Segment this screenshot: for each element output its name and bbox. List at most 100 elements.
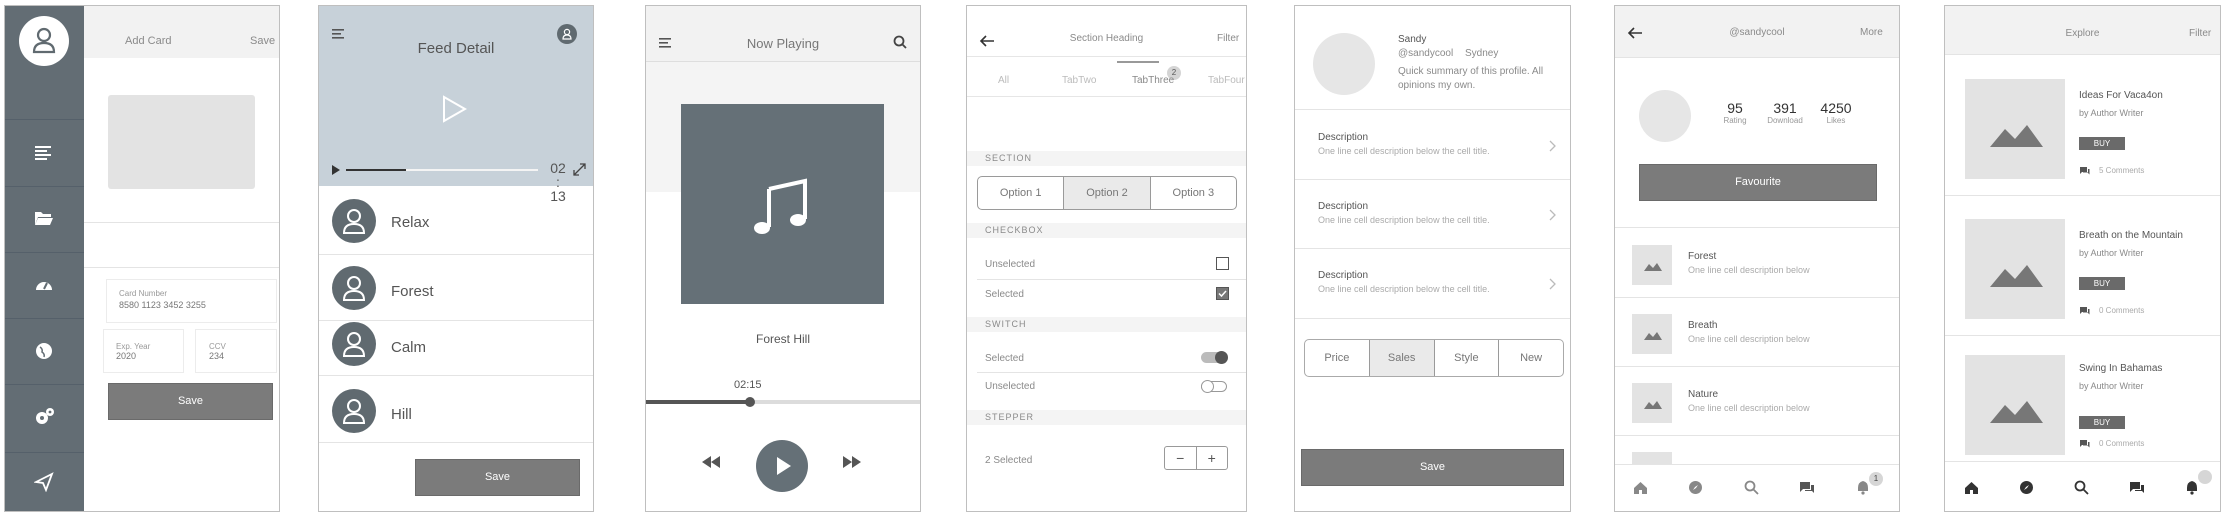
search-icon[interactable]: [1744, 480, 1759, 495]
play-icon[interactable]: [441, 94, 469, 124]
checkbox-unselected[interactable]: [1216, 257, 1229, 270]
avatar[interactable]: [557, 24, 577, 44]
small-play-icon[interactable]: [331, 164, 341, 176]
list-item[interactable]: Forest: [319, 260, 593, 320]
play-button[interactable]: [756, 440, 808, 492]
progress-knob[interactable]: [745, 397, 756, 407]
item-title: Forest: [1688, 251, 1717, 262]
list-item[interactable]: Breath on the Mountain by Author Writer …: [1945, 196, 2220, 336]
chevron-right-icon: [1549, 140, 1556, 152]
rewind-icon[interactable]: [701, 455, 721, 469]
compass-icon[interactable]: [2019, 480, 2034, 495]
switch-on[interactable]: [1201, 351, 1228, 364]
progress-track[interactable]: [346, 169, 538, 171]
search-icon[interactable]: [2074, 480, 2089, 495]
exp-year-field[interactable]: Exp. Year 2020: [103, 329, 184, 373]
list-item[interactable]: Hill: [319, 383, 593, 443]
profile-summary: Quick summary of this profile. All opini…: [1398, 66, 1544, 91]
buy-button[interactable]: BUY: [2079, 416, 2125, 429]
image-icon: [1644, 332, 1662, 340]
ccv-field[interactable]: CCV 234: [195, 329, 277, 373]
list-item[interactable]: Calm: [319, 316, 593, 376]
list-item[interactable]: Description One line cell description be…: [1295, 110, 1570, 179]
chat-icon[interactable]: [1799, 481, 1815, 495]
sidebar: [5, 6, 84, 511]
track-title: Forest Hill: [755, 332, 810, 346]
favourite-button[interactable]: Favourite: [1639, 164, 1877, 201]
screen-user-profile: @sandycool More 95 Rating 391 Download 4…: [1614, 5, 1900, 512]
list-item[interactable]: Nature One line cell description below: [1615, 367, 1899, 436]
bell-icon[interactable]: [2185, 480, 2199, 495]
screen-add-card: Add Card Save Card Number 8580 1123 3452…: [4, 5, 280, 512]
globe-icon[interactable]: [35, 342, 53, 360]
avatar[interactable]: [1313, 33, 1375, 95]
compass-icon[interactable]: [1688, 480, 1703, 495]
segment-new[interactable]: New: [1499, 340, 1563, 376]
screen-explore: Explore Filter Ideas For Vaca4on by Auth…: [1944, 5, 2221, 512]
list-item[interactable]: Description One line cell description be…: [1295, 180, 1570, 249]
save-button[interactable]: Save: [108, 383, 273, 420]
segment-sales[interactable]: Sales: [1369, 340, 1435, 376]
filter-link[interactable]: Filter: [1217, 33, 1239, 44]
user-icon: [562, 28, 572, 40]
avatar: [332, 266, 376, 310]
bell-icon[interactable]: [1856, 480, 1870, 495]
switch-off[interactable]: [1201, 380, 1227, 393]
option-1[interactable]: Option 1: [978, 177, 1065, 209]
tab-three[interactable]: TabThree: [1132, 75, 1174, 86]
filter-link[interactable]: Filter: [2189, 28, 2211, 39]
avatar: [332, 389, 376, 433]
home-icon[interactable]: [1633, 481, 1648, 495]
row-title: Description: [1318, 132, 1369, 143]
tab-all[interactable]: All: [998, 75, 1009, 86]
avatar[interactable]: [19, 16, 69, 66]
buy-button[interactable]: BUY: [2079, 137, 2125, 150]
list-item[interactable]: Swing In Bahamas by Author Writer BUY 0 …: [1945, 336, 2220, 461]
stat-value: 95: [1727, 100, 1743, 116]
settings-icon[interactable]: [33, 406, 55, 428]
option-2[interactable]: Option 2: [1064, 177, 1151, 209]
avatar[interactable]: [1639, 90, 1691, 142]
home-icon[interactable]: [1964, 481, 1979, 495]
expand-icon[interactable]: [573, 163, 586, 176]
list-item[interactable]: Breath One line cell description below: [1615, 298, 1899, 367]
checkbox-selected[interactable]: [1216, 287, 1229, 300]
exp-year-value: 2020: [116, 351, 137, 361]
image-icon: [1644, 263, 1662, 271]
folder-icon[interactable]: [33, 209, 55, 227]
progress-fill: [646, 400, 751, 404]
dashboard-icon[interactable]: [34, 276, 54, 294]
menu-icon[interactable]: [332, 28, 346, 40]
tab-two[interactable]: TabTwo: [1062, 75, 1096, 86]
stepper-plus-button[interactable]: +: [1197, 447, 1228, 469]
segment-price[interactable]: Price: [1305, 340, 1370, 376]
option-3[interactable]: Option 3: [1151, 177, 1236, 209]
item-author: by Author Writer: [2079, 381, 2144, 391]
list-item[interactable]: Forest One line cell description below: [1615, 228, 1899, 297]
save-link[interactable]: Save: [250, 35, 275, 47]
list-item[interactable]: Ideas For Vaca4on by Author Writer BUY 5…: [1945, 55, 2220, 195]
save-button[interactable]: Save: [1301, 449, 1564, 486]
send-icon[interactable]: [34, 472, 54, 492]
fast-forward-icon[interactable]: [842, 455, 862, 469]
save-button[interactable]: Save: [415, 459, 580, 496]
stepper-minus-button[interactable]: −: [1165, 447, 1197, 469]
chat-icon[interactable]: [2129, 481, 2145, 495]
list-item[interactable]: Description One line cell description be…: [1295, 249, 1570, 318]
buy-button[interactable]: BUY: [2079, 277, 2125, 290]
more-link[interactable]: More: [1860, 27, 1883, 38]
search-icon[interactable]: [893, 35, 907, 49]
image-icon: [1644, 401, 1662, 409]
stat-value: 391: [1773, 100, 1797, 116]
time-readout: 02:15: [734, 379, 762, 391]
profile-city: Sydney: [1465, 48, 1499, 59]
segment-style[interactable]: Style: [1435, 340, 1500, 376]
check-icon: [1218, 290, 1227, 298]
list-item[interactable]: Relax: [319, 192, 593, 252]
tab-bar: All TabTwo 2 TabThree TabFour: [967, 58, 1246, 97]
list-icon[interactable]: [33, 144, 55, 160]
progress-track[interactable]: [646, 397, 920, 407]
row-subtitle: One line cell description below the cell…: [1318, 284, 1490, 294]
tab-four[interactable]: TabFour: [1208, 75, 1245, 86]
card-number-field[interactable]: Card Number 8580 1123 3452 3255: [106, 279, 277, 323]
